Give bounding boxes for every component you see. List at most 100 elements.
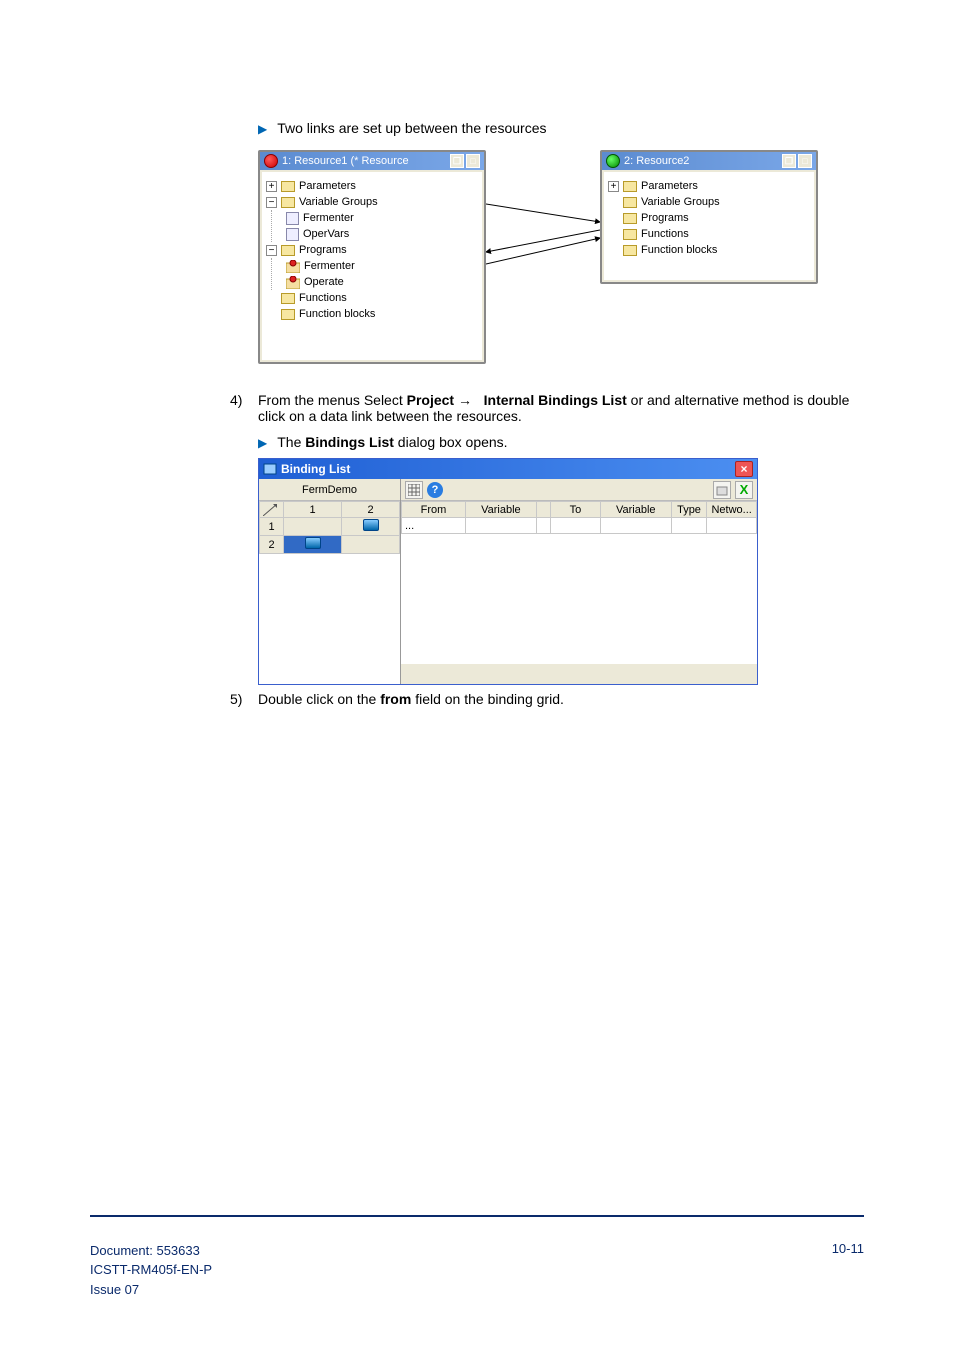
tree-resource1: + Parameters − Variable Groups Fermenter [262,172,482,360]
tree-node[interactable]: Function blocks [266,306,478,322]
node-label: Variable Groups [299,196,378,208]
row-header[interactable]: 1 [260,518,284,536]
tree-node[interactable]: Operate [286,274,478,290]
browse-icon [716,484,728,496]
from-field[interactable]: ... [402,518,466,534]
type-field[interactable] [671,518,707,534]
to-field[interactable] [551,518,601,534]
grid-view-button[interactable] [405,481,423,499]
link-connector [486,194,600,284]
footer-divider [90,1215,864,1217]
col-header[interactable]: 2 [342,502,400,518]
col-from[interactable]: From [402,502,466,518]
left-toolbar: FermDemo [259,479,400,501]
tree-node[interactable]: Fermenter [286,210,478,226]
app-dot-icon [606,154,620,168]
tree-resource2: + Parameters Variable Groups Programs [604,172,814,280]
tree-node[interactable]: Functions [266,290,478,306]
grid-cell[interactable] [284,518,342,536]
program-icon [286,260,300,273]
titlebar-resource2: 2: Resource2 ❐ □ [602,152,816,170]
variable-field[interactable] [465,518,536,534]
spacer-cell [536,518,550,534]
link-icon [363,519,379,531]
tree-node[interactable]: + Parameters [266,178,478,194]
grid-cell[interactable] [342,536,400,554]
step-number: 5) [230,691,258,707]
file-icon [286,228,299,241]
tree-node[interactable]: − Programs [266,242,478,258]
page: ▶ Two links are set up between the resou… [0,0,954,707]
footer-left: Document: 553633 ICSTT-RM405f-EN-P Issue… [90,1241,212,1300]
tree-node[interactable]: Programs [608,210,810,226]
menu-internal-bindings: Internal Bindings List [484,392,627,408]
window-buttons: ❐ □ [450,154,480,168]
node-label: Function blocks [299,308,375,320]
tree-children: Fermenter Operate [271,258,478,290]
col-variable-to[interactable]: Variable [600,502,671,518]
footer-ref: ICSTT-RM405f-EN-P [90,1260,212,1280]
folder-icon [281,309,295,320]
tree-node[interactable]: OperVars [286,226,478,242]
grid-cell-selected[interactable] [284,536,342,554]
expand-icon[interactable]: + [266,181,277,192]
window-resource2: 2: Resource2 ❐ □ + Parameters [600,150,818,284]
window-resource1: 1: Resource1 (* Resource ❐ □ + Parameter… [258,150,486,364]
step-5: 5) Double click on the from field on the… [230,691,850,707]
tree-node[interactable]: Functions [608,226,810,242]
tree-node[interactable]: + Parameters [608,178,810,194]
export-button[interactable]: X [735,481,753,499]
maximize-button[interactable]: □ [466,154,480,168]
program-icon [286,276,300,289]
footer-row: Document: 553633 ICSTT-RM405f-EN-P Issue… [90,1241,864,1300]
text-fragment: Bindings List [305,434,394,450]
step-4: 4) From the menus Select Project → Inter… [230,392,850,424]
node-label: Fermenter [303,212,354,224]
grid-cell[interactable] [342,518,400,536]
col-to[interactable]: To [551,502,601,518]
tree-node[interactable]: Function blocks [608,242,810,258]
folder-icon [281,197,295,208]
row-header[interactable]: 2 [260,536,284,554]
step-text: From the menus Select Project → Internal… [258,392,850,424]
collapse-icon[interactable]: − [266,245,277,256]
tree-node[interactable]: − Variable Groups [266,194,478,210]
col-type[interactable]: Type [671,502,707,518]
node-label: OperVars [303,228,349,240]
project-name: FermDemo [263,484,396,496]
grid-corner[interactable] [260,502,284,518]
col-header[interactable]: 1 [284,502,342,518]
arrow-bullet-icon: ▶ [258,120,267,138]
col-variable[interactable]: Variable [465,502,536,518]
expand-icon[interactable]: + [608,181,619,192]
footer-document: Document: 553633 [90,1241,212,1261]
collapse-icon[interactable]: − [266,197,277,208]
restore-button[interactable]: ❐ [782,154,796,168]
browse-button[interactable] [713,481,731,499]
tree-node[interactable]: Variable Groups [608,194,810,210]
restore-button[interactable]: ❐ [450,154,464,168]
content-column: ▶ Two links are set up between the resou… [230,120,850,707]
network-field[interactable] [707,518,757,534]
folder-icon [623,213,637,224]
tree-node[interactable]: Fermenter [286,258,478,274]
folder-icon [623,245,637,256]
node-label: Variable Groups [641,196,720,208]
variable-to-field[interactable] [600,518,671,534]
col-network[interactable]: Netwo... [707,502,757,518]
node-label: Functions [299,292,347,304]
dialog-titlebar: Binding List × [259,459,757,479]
close-button[interactable]: × [735,461,753,477]
dialog-body: FermDemo 1 2 [259,479,757,684]
dialog-binding-list: Binding List × FermDemo [258,458,758,685]
help-button[interactable]: ? [427,482,443,498]
maximize-button[interactable]: □ [798,154,812,168]
titlebar-resource1: 1: Resource1 (* Resource ❐ □ [260,152,484,170]
node-label: Operate [304,276,344,288]
grid-icon [408,484,420,496]
folder-icon [623,229,637,240]
node-label: Fermenter [304,260,355,272]
file-icon [286,212,299,225]
node-label: Programs [299,244,347,256]
dialog-left-panel: FermDemo 1 2 [259,479,401,684]
